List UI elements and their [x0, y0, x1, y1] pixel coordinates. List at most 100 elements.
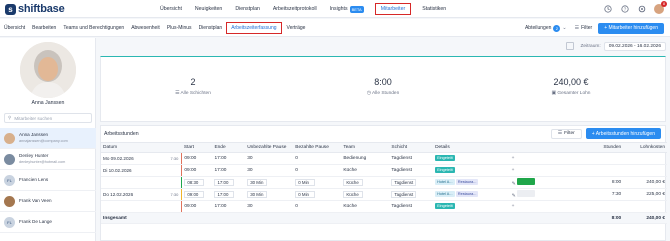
paid-break[interactable]: 0 Min: [293, 176, 342, 189]
date-cell: Di 10.02.2026: [101, 164, 182, 177]
team-select[interactable]: Küche: [343, 179, 364, 186]
row-actions: +: [509, 164, 580, 177]
list-item[interactable]: Anna Janssen annajanssen@company.com: [0, 128, 96, 149]
add-employee-button[interactable]: + Mitarbeiter hinzufügen: [598, 22, 664, 34]
end-time-input[interactable]: 17:00: [214, 179, 235, 186]
timesheet-filter-button[interactable]: ☰ Filter: [550, 128, 582, 139]
clock-icon[interactable]: [603, 5, 612, 14]
sub-nav: Übersicht Bearbeiten Teams und Berechtig…: [4, 19, 312, 37]
location-chip[interactable]: Hotel A...: [435, 179, 455, 185]
table-row[interactable]: 09:00 17:00 30 0 Küche Tagdienst Eingete…: [101, 200, 667, 213]
table-row[interactable]: Mo 09.02.2026 7:30 09:00 17:00 30 0 Bedie…: [101, 152, 667, 165]
timesheet-section: Arbeitsstunden ☰ Filter + Arbeitsstunden…: [100, 125, 667, 241]
edit-icon[interactable]: ✎: [512, 182, 516, 187]
employee-search-input[interactable]: ⚲ Mitarbeiter suchen: [4, 113, 92, 123]
logo-mark: s: [5, 3, 16, 15]
filter-button[interactable]: ☰ Filter: [575, 25, 593, 31]
nav-label: Statistiken: [422, 6, 447, 12]
table-row[interactable]: 08:30 17:00 30 Min 0 Min Küche Tagdienst…: [101, 176, 667, 189]
table-row[interactable]: Do 12.02.2026 7:30 09:00 17:00 30 Min 0 M…: [101, 188, 667, 201]
approve-button[interactable]: [516, 178, 535, 185]
tab-absence[interactable]: Abwesenheit: [131, 22, 160, 34]
end-time-input[interactable]: 17:00: [214, 191, 235, 198]
nav-item-statistics[interactable]: Statistiken: [420, 3, 448, 15]
pending-button[interactable]: [516, 190, 535, 197]
add-icon[interactable]: +: [512, 168, 515, 173]
end-time: 17:00: [212, 200, 246, 213]
details-cell: Eingeteilt: [433, 152, 510, 165]
nav-item-schedule[interactable]: Dienstplan: [233, 3, 262, 15]
tab-contracts[interactable]: Verträge: [287, 22, 306, 34]
list-item[interactable]: Frank Van Veen: [0, 191, 96, 212]
add-icon[interactable]: +: [512, 204, 515, 209]
status-badge: Eingeteilt: [435, 155, 455, 161]
unpaid-break: 30: [245, 164, 294, 177]
team-select[interactable]: Küche: [343, 191, 364, 198]
tab-overview[interactable]: Übersicht: [4, 22, 25, 34]
tab-schedule[interactable]: Dienstplan: [199, 22, 223, 34]
shift-cell[interactable]: Tagdienst: [389, 188, 434, 201]
help-icon[interactable]: ?: [620, 5, 629, 14]
nav-item-employees[interactable]: Mitarbeiter: [374, 3, 412, 15]
location-chip[interactable]: Restaura...: [455, 191, 479, 197]
shift-select[interactable]: Tagdienst: [391, 191, 417, 198]
paid-break[interactable]: 0 Min: [293, 188, 342, 201]
departments-dropdown[interactable]: Abteilungen 2 ⌄: [525, 24, 567, 32]
paid-break-input[interactable]: 0 Min: [295, 191, 316, 198]
logo[interactable]: s shiftbase: [5, 3, 65, 15]
nav-item-news[interactable]: Neuigkeiten: [193, 3, 224, 15]
shift-select[interactable]: Tagdienst: [391, 179, 417, 186]
edit-icon[interactable]: ✎: [512, 194, 516, 199]
nav-label: Übersicht: [160, 6, 182, 12]
start-time-input[interactable]: 08:30: [184, 179, 205, 186]
user-avatar[interactable]: 8: [654, 1, 667, 14]
end-time[interactable]: 17:00: [212, 188, 246, 201]
list-item[interactable]: FL Frank De Lange: [0, 212, 96, 233]
avatar: [4, 195, 15, 207]
employee-photo: [20, 42, 76, 98]
unpaid-break-input[interactable]: 30 Min: [247, 191, 268, 198]
range-picker[interactable]: 09.02.2026 - 16.02.2026: [603, 41, 666, 51]
add-icon[interactable]: +: [512, 156, 515, 161]
employee-entry-name: Frank De Lange: [19, 219, 52, 224]
list-item[interactable]: Denley Hunter denleyhunter@hotmail.com: [0, 149, 96, 170]
team-cell[interactable]: Küche: [341, 188, 390, 201]
total-cost: 240,00 €: [623, 212, 667, 224]
settings-icon[interactable]: [637, 5, 646, 14]
end-time: 17:00: [212, 152, 246, 165]
tab-timesheet[interactable]: Arbeitszeiterfassung: [226, 22, 282, 34]
team-cell[interactable]: Küche: [341, 176, 390, 189]
nav-item-timesheet[interactable]: Arbeitszeitprotokoll: [271, 3, 319, 15]
shift-cell: Tagdienst: [389, 164, 434, 177]
employee-entry: Frank De Lange: [19, 219, 52, 225]
table-row[interactable]: Di 10.02.2026 09:00 17:00 30 0 Küche Tag…: [101, 164, 667, 177]
end-time[interactable]: 17:00: [212, 176, 246, 189]
details-cell: Hotel A... Restaura...: [433, 176, 510, 189]
unpaid-break[interactable]: 30 Min: [245, 176, 294, 189]
total-hours: 8:00: [579, 212, 624, 224]
shift-cell[interactable]: Tagdienst: [389, 176, 434, 189]
filter-icon: ☰: [557, 131, 563, 136]
tab-teams[interactable]: Teams und Berechtigungen: [63, 22, 124, 34]
add-hours-button[interactable]: + Arbeitsstunden hinzufügen: [585, 128, 661, 139]
location-chip[interactable]: Hotel A...: [435, 191, 455, 197]
tab-edit[interactable]: Bearbeiten: [32, 22, 56, 34]
unpaid-break-input[interactable]: 30 Min: [247, 179, 268, 186]
nav-item-insights[interactable]: Insights BETA: [328, 3, 366, 15]
column-header: Details: [433, 142, 510, 153]
paid-break-input[interactable]: 0 Min: [295, 179, 316, 186]
date-cell: [101, 200, 182, 213]
section-actions: ☰ Filter + Arbeitsstunden hinzufügen: [550, 128, 661, 139]
start-time-input[interactable]: 09:00: [184, 191, 205, 198]
employee-entry-email: annajanssen@company.com: [19, 139, 68, 143]
start-time[interactable]: 09:00: [181, 188, 213, 201]
start-time[interactable]: 08:30: [181, 176, 213, 189]
unpaid-break[interactable]: 30 Min: [245, 188, 294, 201]
column-header: Bezahlte Pause: [293, 142, 342, 153]
tab-plus-minus[interactable]: Plus-Minus: [167, 22, 192, 34]
nav-item-overview[interactable]: Übersicht: [158, 3, 184, 15]
list-item[interactable]: FL Francien Lens: [0, 170, 96, 191]
location-chip[interactable]: Restaura...: [455, 179, 479, 185]
sub-bar: Übersicht Bearbeiten Teams und Berechtig…: [0, 19, 670, 37]
calendar-icon[interactable]: [566, 42, 575, 50]
